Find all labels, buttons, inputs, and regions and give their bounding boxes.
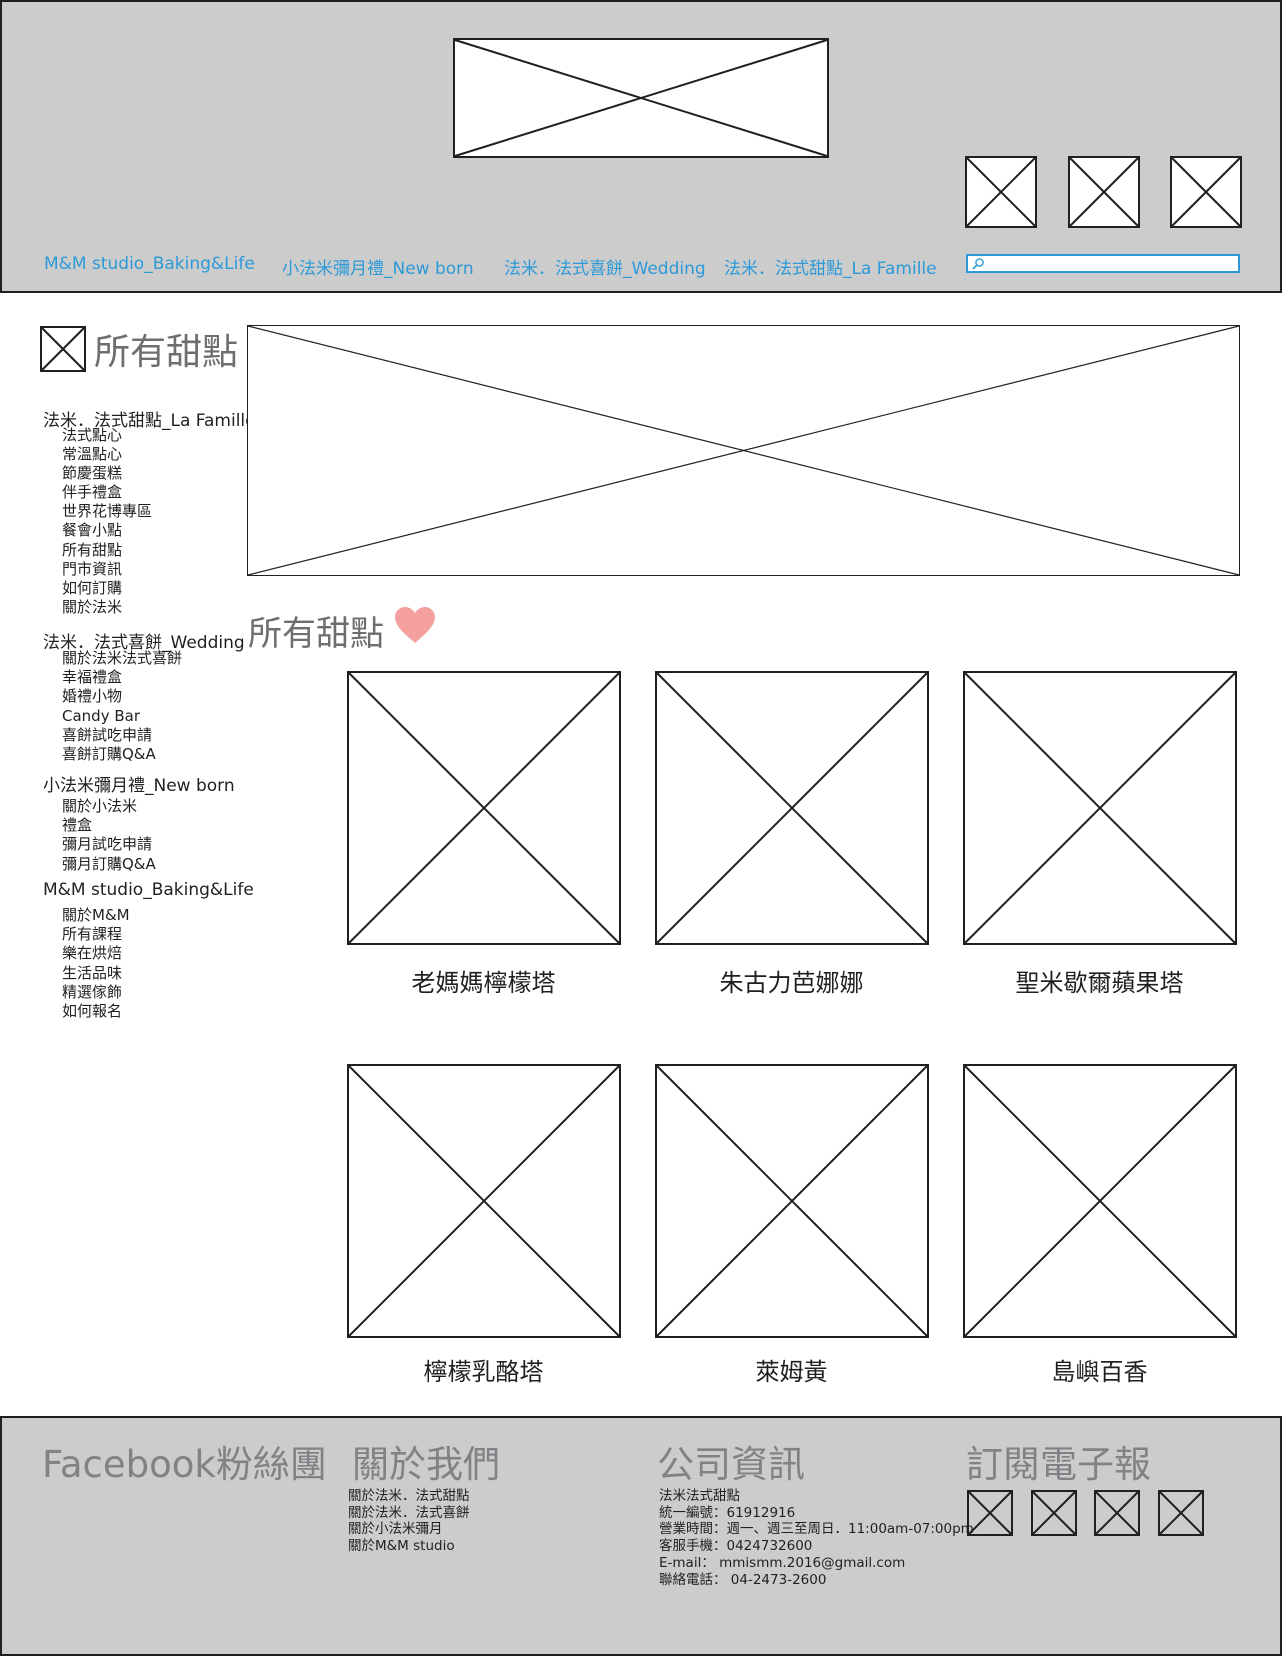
sidebar-item[interactable]: 如何訂購 bbox=[62, 579, 122, 598]
sidebar-item[interactable]: 餐會小點 bbox=[62, 521, 122, 540]
sidebar-group-mm-studio[interactable]: M&M studio_Baking&Life bbox=[43, 880, 254, 900]
sidebar-item[interactable]: 世界花博專區 bbox=[62, 502, 152, 521]
sidebar-item[interactable]: 關於M&M bbox=[62, 906, 130, 925]
footer-company-line: 聯絡電話： 04-2473-2600 bbox=[659, 1572, 827, 1588]
product-name[interactable]: 檸檬乳酪塔 bbox=[347, 1352, 620, 1387]
product-name[interactable]: 聖米歇爾蘋果塔 bbox=[963, 963, 1236, 998]
heart-icon bbox=[395, 607, 435, 643]
sidebar-item[interactable]: 關於法米 bbox=[62, 598, 122, 617]
sidebar-item[interactable]: 幸福禮盒 bbox=[62, 668, 122, 687]
nav-link-wedding[interactable]: 法米．法式喜餅_Wedding bbox=[504, 254, 706, 279]
footer-about-link[interactable]: 關於法米．法式喜餅 bbox=[348, 1505, 470, 1522]
sidebar-item[interactable]: 常溫點心 bbox=[62, 445, 122, 464]
newsletter-icon-3-cross bbox=[1096, 1492, 1138, 1534]
logo-placeholder-cross bbox=[455, 40, 827, 156]
header-icon-3[interactable] bbox=[1170, 156, 1242, 228]
footer-facebook-title[interactable]: Facebook粉絲團 bbox=[42, 1434, 327, 1488]
footer-company-title: 公司資訊 bbox=[657, 1443, 805, 1486]
sidebar-item[interactable]: 關於法米法式喜餅 bbox=[62, 649, 182, 668]
sidebar-item[interactable]: 樂在烘焙 bbox=[62, 944, 122, 963]
sidebar-item[interactable]: 伴手禮盒 bbox=[62, 483, 122, 502]
sidebar-item[interactable]: 節慶蛋糕 bbox=[62, 464, 122, 483]
footer-about-link[interactable]: 關於小法米彌月 bbox=[348, 1521, 443, 1538]
footer-company-line: 統一編號：61912916 bbox=[659, 1505, 796, 1521]
nav-link-new-born[interactable]: 小法米彌月禮_New born bbox=[282, 254, 474, 279]
product-name[interactable]: 島嶼百香 bbox=[963, 1352, 1236, 1387]
product-name[interactable]: 老媽媽檸檬塔 bbox=[347, 963, 620, 998]
search-box[interactable] bbox=[966, 254, 1240, 273]
sidebar-item[interactable]: 門市資訊 bbox=[62, 560, 122, 579]
banner-placeholder[interactable] bbox=[247, 325, 1240, 576]
sidebar-item[interactable]: 禮盒 bbox=[62, 816, 92, 835]
sidebar-item[interactable]: 喜餅試吃申請 bbox=[62, 726, 152, 745]
logo-placeholder[interactable] bbox=[453, 38, 829, 158]
sidebar-item[interactable]: 彌月訂購Q&A bbox=[62, 855, 156, 874]
sidebar-item[interactable]: 彌月試吃申請 bbox=[62, 835, 152, 854]
newsletter-icon-1[interactable] bbox=[967, 1490, 1013, 1536]
category-icon bbox=[40, 326, 86, 372]
product-image-cross bbox=[657, 1066, 927, 1336]
product-name[interactable]: 萊姆黃 bbox=[655, 1352, 928, 1387]
footer-newsletter-title: 訂閱電子報 bbox=[966, 1443, 1151, 1486]
sidebar-item[interactable]: 精選傢飾 bbox=[62, 983, 122, 1002]
sidebar-item[interactable]: Candy Bar bbox=[62, 707, 140, 726]
product-image[interactable] bbox=[963, 671, 1237, 945]
nav-link-la-famille[interactable]: 法米．法式甜點_La Famille bbox=[724, 254, 937, 279]
newsletter-icon-2[interactable] bbox=[1031, 1490, 1077, 1536]
footer-company-line: 客服手機：0424732600 bbox=[659, 1538, 813, 1554]
sidebar-item[interactable]: 所有課程 bbox=[62, 925, 122, 944]
footer-about-link[interactable]: 關於M&M studio bbox=[348, 1538, 455, 1555]
sidebar-item[interactable]: 婚禮小物 bbox=[62, 687, 122, 706]
product-image[interactable] bbox=[347, 1064, 621, 1338]
header-icon-1[interactable] bbox=[965, 156, 1037, 228]
newsletter-icon-4[interactable] bbox=[1158, 1490, 1204, 1536]
header-icon-1-cross bbox=[967, 158, 1035, 226]
sidebar-item[interactable]: 法式點心 bbox=[62, 426, 122, 445]
footer-company-line: 法米法式甜點 bbox=[659, 1488, 740, 1504]
sidebar-item[interactable]: 喜餅訂購Q&A bbox=[62, 745, 156, 764]
product-image-cross bbox=[349, 1066, 619, 1336]
product-image-cross bbox=[349, 673, 619, 943]
category-icon-cross bbox=[42, 328, 84, 370]
sidebar-item[interactable]: 生活品味 bbox=[62, 964, 122, 983]
newsletter-icon-3[interactable] bbox=[1094, 1490, 1140, 1536]
sidebar-item[interactable]: 關於小法米 bbox=[62, 797, 137, 816]
footer-company-line: E-mail： mmismm.2016@gmail.com bbox=[659, 1555, 906, 1571]
header-icon-2-cross bbox=[1070, 158, 1138, 226]
header-icon-3-cross bbox=[1172, 158, 1240, 226]
product-image[interactable] bbox=[655, 1064, 929, 1338]
sidebar-item[interactable]: 所有甜點 bbox=[62, 541, 122, 560]
sidebar-item[interactable]: 如何報名 bbox=[62, 1002, 122, 1021]
header-icon-2[interactable] bbox=[1068, 156, 1140, 228]
footer-about-title: 關於我們 bbox=[352, 1443, 500, 1486]
product-image[interactable] bbox=[963, 1064, 1237, 1338]
product-image[interactable] bbox=[347, 671, 621, 945]
search-icon bbox=[972, 258, 984, 270]
product-image-cross bbox=[965, 673, 1235, 943]
product-name[interactable]: 朱古力芭娜娜 bbox=[655, 963, 928, 998]
sidebar-group-new-born[interactable]: 小法米彌月禮_New born bbox=[43, 771, 235, 796]
sidebar-title: 所有甜點 bbox=[94, 332, 239, 373]
footer-about-link[interactable]: 關於法米．法式甜點 bbox=[348, 1488, 470, 1505]
section-title: 所有甜點 bbox=[248, 614, 384, 654]
newsletter-icon-2-cross bbox=[1033, 1492, 1075, 1534]
product-image-cross bbox=[657, 673, 927, 943]
newsletter-icon-1-cross bbox=[969, 1492, 1011, 1534]
nav-link-mm-studio[interactable]: M&M studio_Baking&Life bbox=[44, 254, 255, 274]
banner-placeholder-cross bbox=[248, 326, 1239, 575]
search-input[interactable] bbox=[986, 256, 1236, 271]
product-image-cross bbox=[965, 1066, 1235, 1336]
product-image[interactable] bbox=[655, 671, 929, 945]
footer-company-line: 營業時間：週一、週三至周日．11:00am-07:00pm bbox=[659, 1521, 974, 1537]
newsletter-icon-4-cross bbox=[1160, 1492, 1202, 1534]
